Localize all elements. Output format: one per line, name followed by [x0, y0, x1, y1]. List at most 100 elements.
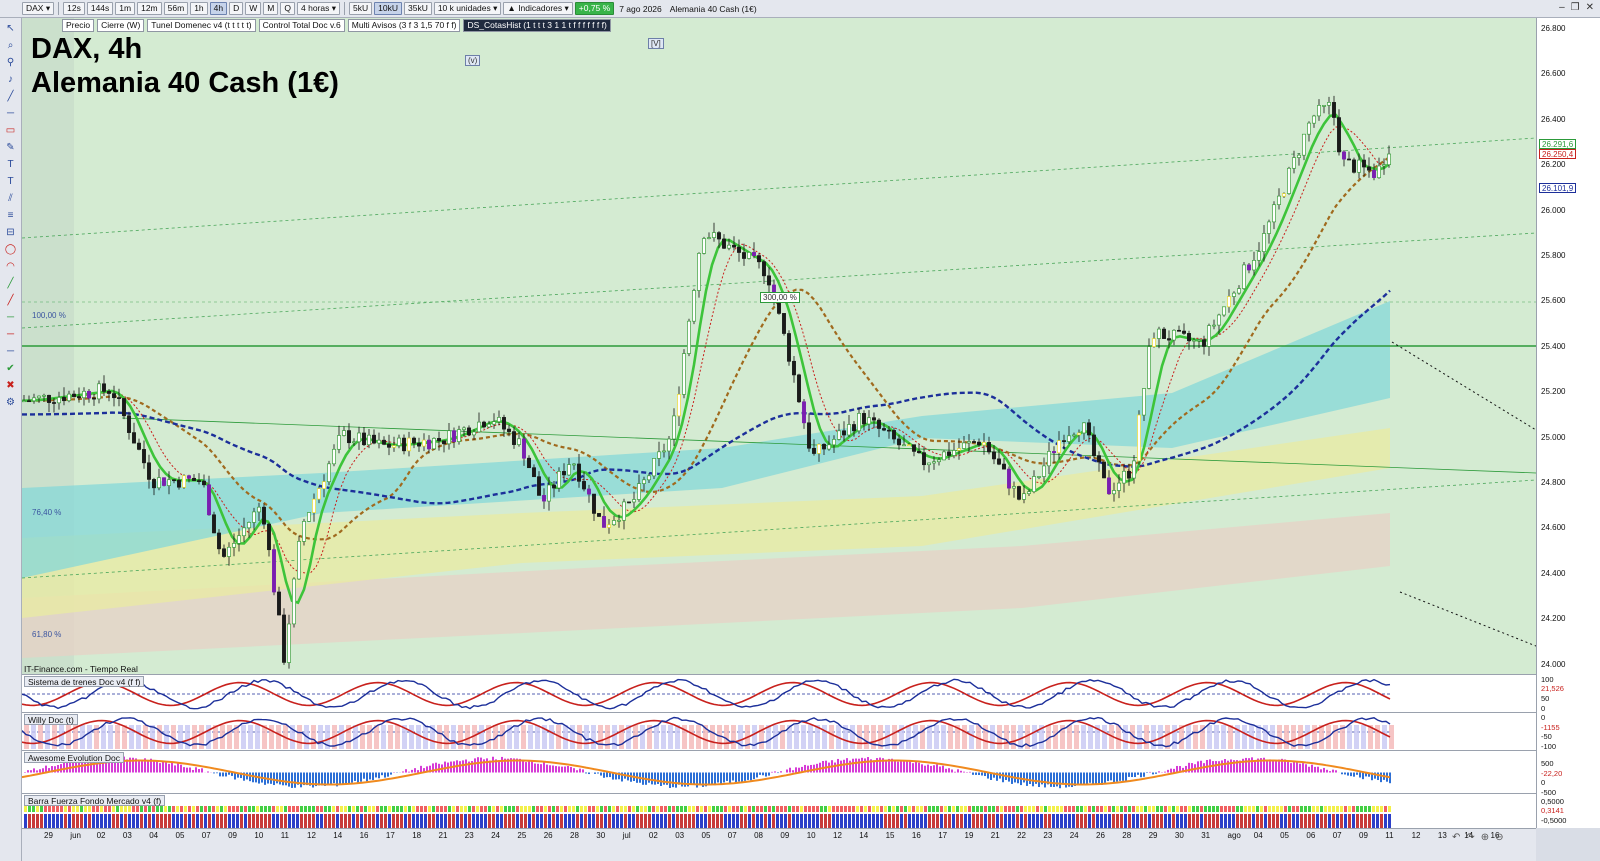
magnifier-icon[interactable]: ⚲ [4, 56, 18, 70]
timeframe-1m[interactable]: 1m [115, 2, 136, 15]
strength-bar [772, 814, 775, 828]
candle-body [1247, 264, 1251, 271]
text-alt-icon[interactable]: T [4, 175, 18, 189]
histogram-bar [276, 772, 278, 784]
zoom-in-icon[interactable]: ⊕ [1481, 832, 1489, 843]
settings-icon[interactable]: ⚙ [4, 396, 18, 410]
timeframe-56m[interactable]: 56m [163, 2, 189, 15]
fibonacci-icon[interactable]: ≡ [4, 209, 18, 223]
rectangle-icon[interactable]: ▭ [4, 124, 18, 138]
ellipse-icon[interactable]: ◯ [4, 243, 18, 257]
line-red-icon[interactable]: ╱ [4, 294, 18, 308]
strength-bar [1252, 814, 1255, 828]
timeframe-144s[interactable]: 144s [86, 2, 114, 15]
timeframe-M[interactable]: M [263, 2, 279, 15]
strength-top [60, 806, 63, 812]
candle-body [237, 535, 241, 544]
panel-sistema-trenes[interactable]: Sistema de trenes Doc v4 (f f) [22, 674, 1536, 712]
strength-bar [920, 814, 923, 828]
candle-body [1157, 328, 1161, 339]
level-red-icon[interactable]: ─ [4, 328, 18, 342]
candle-body [827, 444, 831, 450]
zoom-icon[interactable]: ⌕ [4, 39, 18, 53]
panel-title[interactable]: Willy Doc (t) [24, 714, 78, 725]
series-tag[interactable]: Cierre (W) [97, 19, 145, 32]
strength-top [620, 806, 623, 812]
candle-body [367, 434, 371, 446]
strength-bar [188, 814, 191, 828]
cursor-icon[interactable]: ↖ [4, 22, 18, 36]
price-axis[interactable]: 26.800 26.600 26.400 26.200 26.000 25.800 25.6… [1536, 18, 1600, 828]
delete-icon[interactable]: ✖ [4, 379, 18, 393]
series-tag[interactable]: Tunel Domenec v4 (t t t t t) [147, 19, 256, 32]
panel-title[interactable]: Awesome Evolution Doc [24, 752, 124, 763]
bell-icon[interactable]: ♪ [4, 73, 18, 87]
badge-v-large[interactable]: [V] [648, 38, 664, 49]
period-select[interactable]: 4 horas ▾ [297, 2, 341, 15]
series-tag[interactable]: DS_CotasHist (1 t t t 3 1 1 t f f f f f … [463, 19, 611, 32]
level-blue-icon[interactable]: ─ [4, 345, 18, 359]
zoom-out-icon[interactable]: ⊖ [1495, 832, 1503, 843]
strength-bar [272, 814, 275, 828]
timeframe-1h[interactable]: 1h [190, 2, 208, 15]
unit-5kU[interactable]: 5kU [349, 2, 373, 15]
pencil-icon[interactable]: ✎ [4, 141, 18, 155]
symbol-select[interactable]: DAX ▾ [22, 2, 55, 15]
strength-bar [1044, 814, 1047, 828]
horizontal-line-icon[interactable]: ─ [4, 107, 18, 121]
series-tag[interactable]: Multi Avisos (3 f 3 1,5 70 f f) [347, 19, 461, 32]
redo-icon[interactable]: ↷ [1466, 832, 1474, 843]
candle-body [37, 395, 41, 399]
panel-barra-fuerza[interactable]: Barra Fuerza Fondo Mercado v4 (f) [22, 793, 1536, 828]
unit-35kU[interactable]: 35kU [403, 2, 432, 15]
strength-top [632, 806, 635, 812]
unit-10kU[interactable]: 10kU [374, 2, 402, 15]
date-label: 03 [675, 831, 685, 840]
channel-icon[interactable]: ⫽ [4, 192, 18, 206]
histogram-bar [57, 765, 59, 773]
strength-bar [200, 814, 203, 828]
check-icon[interactable]: ✔ [4, 362, 18, 376]
timeframe-12m[interactable]: 12m [137, 2, 162, 15]
timeframe-12s[interactable]: 12s [63, 2, 85, 15]
strength-bar [216, 814, 219, 828]
line-green-icon[interactable]: ╱ [4, 277, 18, 291]
indicators-button[interactable]: ▲ Indicadores ▾ [503, 2, 573, 15]
strength-top [392, 806, 395, 812]
badge-v-small[interactable]: (v) [465, 55, 481, 66]
candle-body [1257, 251, 1261, 261]
strength-bar [980, 814, 983, 828]
strength-top [1348, 806, 1351, 812]
panel-title[interactable]: Barra Fuerza Fondo Mercado v4 (f) [24, 795, 166, 806]
timeframe-Q[interactable]: Q [280, 2, 296, 15]
strength-top [756, 806, 759, 812]
panel-awesome[interactable]: Awesome Evolution Doc [22, 750, 1536, 793]
trend-line-icon[interactable]: ╱ [4, 90, 18, 104]
units-select[interactable]: 10 k unidades ▾ [433, 2, 502, 15]
strength-bar [1032, 814, 1035, 828]
zone-bar [934, 725, 939, 749]
close-icon[interactable]: ✕ [1586, 2, 1594, 13]
strength-bar [1012, 814, 1015, 828]
series-tag[interactable]: Precio [62, 19, 95, 32]
level-green-icon[interactable]: ─ [4, 311, 18, 325]
histogram-bar [168, 763, 170, 773]
undo-icon[interactable]: ↶ [1452, 832, 1460, 843]
candle-body [157, 477, 161, 489]
panel-title[interactable]: Sistema de trenes Doc v4 (f f) [24, 676, 145, 687]
arc-icon[interactable]: ◠ [4, 260, 18, 274]
text-icon[interactable]: T [4, 158, 18, 172]
price-tick: 24.800 [1541, 478, 1566, 487]
timeframe-D[interactable]: D [229, 2, 244, 15]
candle-body [417, 442, 421, 447]
ruler-icon[interactable]: ⊟ [4, 226, 18, 240]
panel-willy[interactable]: Willy Doc (t) [22, 712, 1536, 750]
strength-top [332, 806, 335, 812]
restore-icon[interactable]: ❐ [1571, 2, 1580, 13]
series-tag[interactable]: Control Total Doc v.6 [258, 19, 345, 32]
timeframe-4h[interactable]: 4h [209, 2, 228, 15]
date-axis[interactable]: 29 jun 02 03 04 05 07 09 10 11 12 14 16 17 18 21 23 24 25 2… [22, 828, 1536, 861]
price-chart[interactable]: Precio Cierre (W) Tunel Domenec v4 (t t t … [22, 18, 1536, 674]
timeframe-W[interactable]: W [245, 2, 262, 15]
minimize-icon[interactable]: – [1559, 2, 1565, 13]
